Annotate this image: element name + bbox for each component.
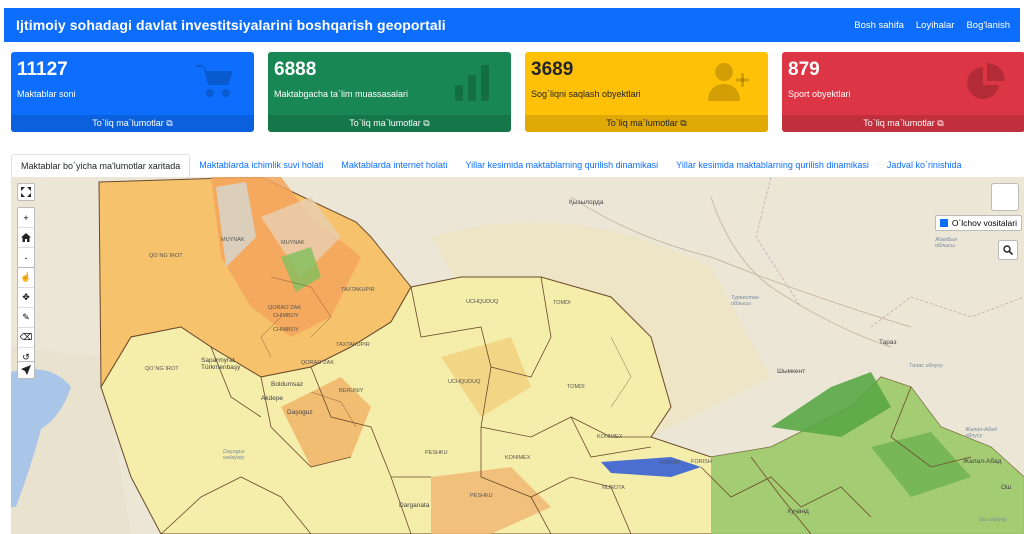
nav-link-contact[interactable]: Bog'lanish [966, 20, 1010, 31]
map-label-district: FORISH [691, 459, 712, 465]
eraser-icon: ⌫ [19, 332, 33, 342]
map-label-city: Darganata [399, 502, 430, 509]
map-label-city: Ош [1001, 484, 1012, 491]
cart-icon [196, 65, 233, 97]
nav-link-projects[interactable]: Loyihalar [916, 20, 955, 31]
stat-label: Sog`liqni saqlash obyektlari [531, 89, 641, 99]
map-label-city: Daşoguz [287, 409, 313, 416]
map-label-region: Талас облусу [909, 363, 943, 369]
search-icon [1003, 245, 1013, 255]
details-link-health[interactable]: To`liq ma`lumotlar ⧉ [525, 115, 768, 132]
edit-tool-button[interactable]: ✎ [18, 308, 34, 328]
map-label-city: Boldumsaz [271, 381, 304, 388]
stat-value: 3689 [531, 59, 574, 80]
map-label-district: CHIMBOY [273, 327, 299, 333]
map-label-region: Жалал-Абад облусу [965, 427, 997, 439]
move-tool-button[interactable]: ✥ [18, 288, 34, 308]
fullscreen-icon [21, 187, 31, 197]
map-label-city: Қызылорда [569, 199, 604, 206]
map-label-district: UCHQUDUQ [466, 299, 499, 305]
top-navbar: Ijtimoiy sohadagi davlat investitsiyalar… [4, 8, 1020, 42]
map-label-city: Akdepe [261, 395, 284, 402]
stat-card-schools: 11127 Maktablar soni To`liq ma`lumotlar … [11, 52, 254, 132]
map-label-district: TAXTAKUPIR [341, 287, 375, 293]
map-label-city: Жалал-Абад [963, 458, 1002, 465]
map-label-district: TAXTAKUPIR [336, 342, 370, 348]
map-label-district: TOMDI [567, 384, 585, 390]
stat-card-preschools: 6888 Maktabgacha ta`lim muassasalari To`… [268, 52, 511, 132]
draw-toolbar: ☝ ✥ ✎ ⌫ ↺ [17, 267, 35, 368]
zoom-out-button[interactable]: - [18, 248, 34, 267]
erase-tool-button[interactable]: ⌫ [18, 328, 34, 348]
map-label-region: Ош облусу [979, 517, 1007, 523]
details-link-preschools[interactable]: To`liq ma`lumotlar ⧉ [268, 115, 511, 132]
tab-schools-map[interactable]: Maktablar bo`yicha ma'lumotlar xaritada [11, 154, 191, 178]
fullscreen-button[interactable] [17, 183, 35, 201]
map-label-district: KONIMEX [597, 434, 623, 440]
map-label-city: Тараз [879, 339, 897, 346]
site-title[interactable]: Ijtimoiy sohadagi davlat investitsiyalar… [16, 17, 446, 33]
map-label-district: MUYNAK [281, 240, 305, 246]
measure-icon [939, 219, 948, 227]
map-search-button[interactable] [998, 240, 1018, 260]
measure-tools-button[interactable]: O`lchov vositalari [934, 215, 1022, 231]
home-icon [21, 233, 31, 242]
map-label-district: PESHKU [425, 450, 448, 456]
move-icon: ✥ [22, 292, 30, 302]
hand-icon: ☝ [20, 272, 32, 282]
map-tabs: Maktablar bo`yicha ma'lumotlar xaritada … [11, 152, 1024, 178]
home-button[interactable] [18, 228, 34, 248]
map-label-district: UCHQUDUQ [448, 379, 481, 385]
details-link-sport[interactable]: To`liq ma`lumotlar ⧉ [782, 115, 1024, 132]
map-base-layer [11, 177, 1024, 534]
map-label-district: TOMDI [553, 300, 571, 306]
nav-links: Bosh sahifa Loyihalar Bog'lanish [854, 20, 1010, 31]
details-link-schools[interactable]: To`liq ma`lumotlar ⧉ [11, 115, 254, 132]
map-label-city: Saparmyrat Türkmenbaşy [201, 357, 241, 371]
map-label-district: QORAO`ZAK [268, 305, 302, 311]
map-label-region: Жамбыл облысы [935, 237, 958, 249]
pie-chart-icon [967, 63, 1005, 99]
stat-card-sport: 879 Sport obyektlari To`liq ma`lumotlar … [782, 52, 1024, 132]
map-label-district: KONIMEX [505, 455, 531, 461]
navigation-arrow-icon [21, 365, 31, 375]
tab-internet[interactable]: Maktablarda internet holati [332, 160, 456, 177]
map-label-region: Туркестан облысы [731, 295, 759, 307]
edit-icon: ✎ [22, 312, 30, 322]
map-label-city: Хуҷанд [787, 508, 809, 515]
map-label-district: CHIMBOY [273, 313, 299, 319]
map-label-district: PESHKU [470, 493, 493, 499]
tab-drinking-water[interactable]: Maktablarda ichimlik suvi holati [190, 160, 332, 177]
stat-value: 11127 [17, 59, 68, 80]
map-label-district: QO`NG`IROT [149, 253, 183, 259]
stat-value: 6888 [274, 59, 317, 80]
nav-link-home[interactable]: Bosh sahifa [854, 20, 904, 31]
tab-construction-dynamics-1[interactable]: Yillar kesimida maktablarning qurilish d… [456, 160, 667, 177]
locate-button[interactable] [17, 361, 35, 379]
map-label-district: NUROTA [602, 485, 625, 491]
map-view[interactable]: Қызылорда Туркестан облысы Жамбыл облысы… [11, 177, 1024, 534]
stat-label: Sport obyektlari [788, 89, 851, 99]
measure-label: O`lchov vositalari [951, 218, 1017, 228]
bar-chart-icon [455, 65, 489, 101]
tab-construction-dynamics-2[interactable]: Yillar kesimida maktablarning qurilish d… [667, 160, 878, 177]
map-label-district: FORISH [659, 460, 680, 466]
pan-tool-button[interactable]: ☝ [18, 268, 34, 288]
tab-table-view[interactable]: Jadval ko`rinishida [878, 160, 971, 177]
map-label-region: Daşoguz welaýaty [223, 449, 245, 461]
map-label-district: QORAO`ZAK [301, 360, 335, 366]
stat-value: 879 [788, 59, 820, 80]
map-label-district: QO`NG`IROT [145, 366, 179, 372]
stat-label: Maktabgacha ta`lim muassasalari [274, 89, 409, 99]
stat-card-health: 3689 Sog`liqni saqlash obyektlari To`liq… [525, 52, 768, 132]
user-plus-icon [708, 63, 749, 101]
layer-switcher-button[interactable] [991, 183, 1019, 211]
zoom-control: + - [17, 207, 35, 268]
map-label-district: BERUNIY [339, 388, 364, 394]
map-label-city: Шымкент [777, 368, 806, 375]
stat-label: Maktablar soni [17, 89, 76, 99]
zoom-in-button[interactable]: + [18, 208, 34, 228]
map-label-district: MUYNAK [221, 237, 245, 243]
